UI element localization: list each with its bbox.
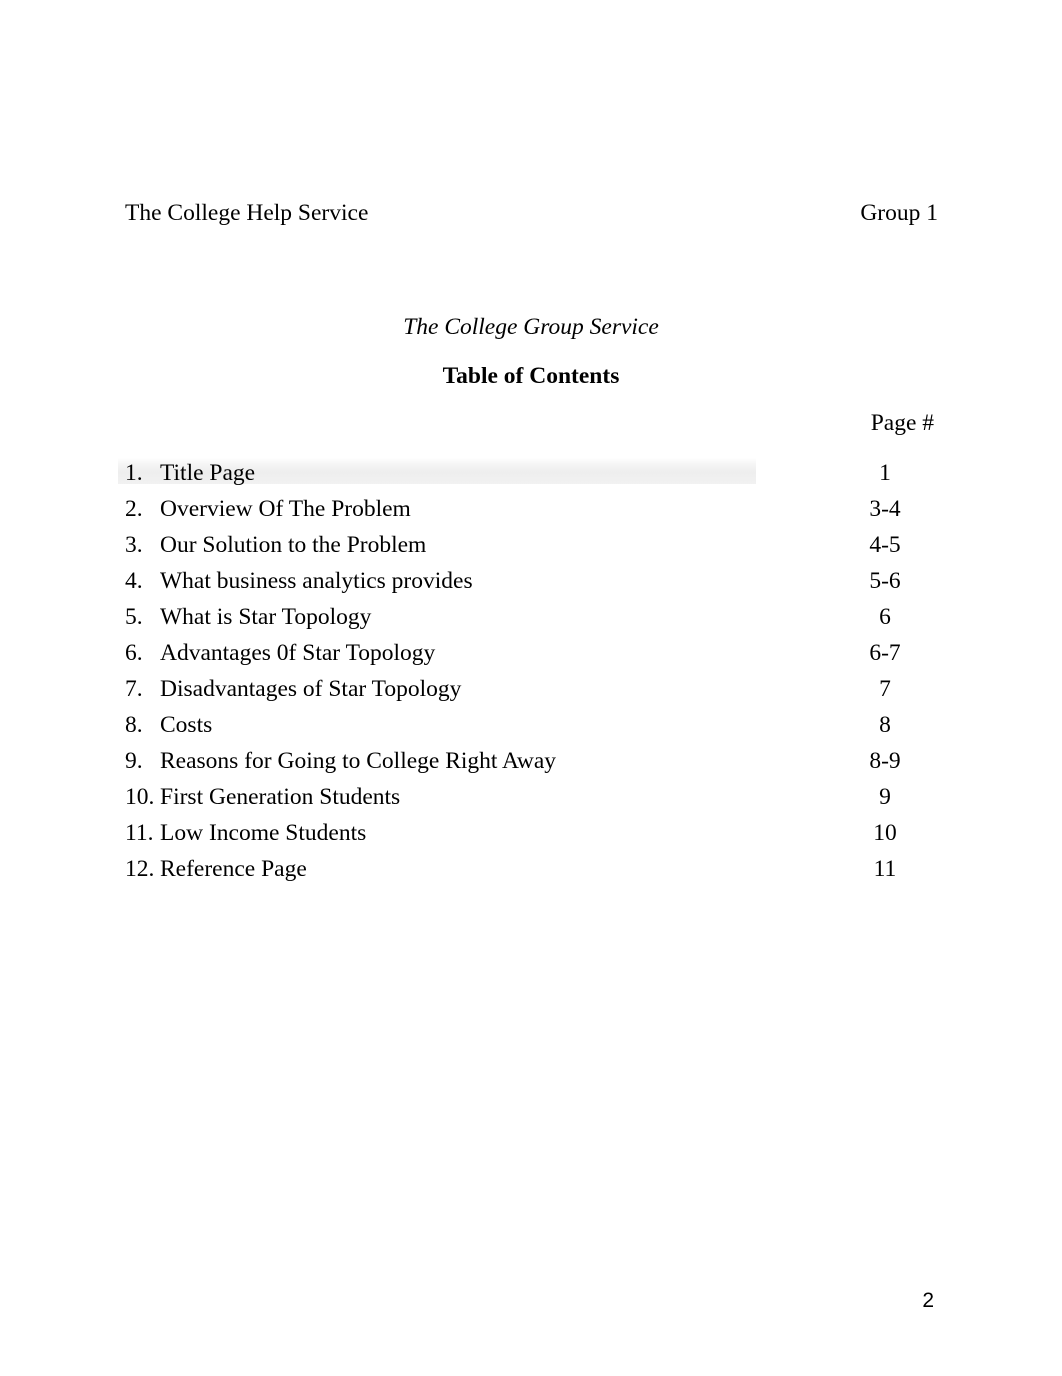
- toc-item-page-number: 8-9: [869, 748, 901, 774]
- toc-item-label: Low Income Students: [160, 820, 367, 846]
- toc-item-number: 6.: [125, 640, 143, 666]
- toc-item-page-number: 1: [879, 460, 891, 486]
- toc-item-label: Our Solution to the Problem: [160, 532, 427, 558]
- header-left-text: The College Help Service: [125, 200, 369, 226]
- toc-item-number: 11.: [125, 820, 154, 846]
- header-right-text: Group 1: [860, 200, 938, 226]
- toc-item-label: Reasons for Going to College Right Away: [160, 748, 557, 774]
- toc-item-page-number: 11: [873, 856, 897, 882]
- toc-item-label: What is Star Topology: [160, 604, 372, 630]
- toc-item-page-number: 6: [879, 604, 891, 630]
- toc-row[interactable]: 7. Disadvantages of Star Topology 7: [125, 671, 935, 707]
- toc-item-number: 12.: [125, 856, 155, 882]
- toc-row[interactable]: 12. Reference Page 11: [125, 851, 935, 887]
- toc-item-page-number: 4-5: [869, 532, 901, 558]
- toc-item-label: Costs: [160, 712, 213, 738]
- toc-item-number: 8.: [125, 712, 143, 738]
- toc-item-page-number: 7: [879, 676, 891, 702]
- running-header: The College Help Service Group 1: [125, 198, 938, 228]
- toc-item-page-number: 5-6: [869, 568, 901, 594]
- page-number-column-header: Page #: [870, 410, 934, 436]
- toc-item-number: 1.: [125, 460, 143, 486]
- toc-row[interactable]: 6. Advantages 0f Star Topology 6-7: [125, 635, 935, 671]
- toc-item-label: Advantages 0f Star Topology: [160, 640, 436, 666]
- toc-row[interactable]: 4. What business analytics provides 5-6: [125, 563, 935, 599]
- toc-item-number: 10.: [125, 784, 155, 810]
- toc-row[interactable]: 9. Reasons for Going to College Right Awa…: [125, 743, 935, 779]
- toc-item-label: Disadvantages of Star Topology: [160, 676, 462, 702]
- toc-item-number: 5.: [125, 604, 143, 630]
- toc-row[interactable]: 1. Title Page 1: [125, 455, 935, 491]
- toc-item-page-number: 10: [873, 820, 897, 846]
- toc-row[interactable]: 11. Low Income Students 10: [125, 815, 935, 851]
- toc-item-number: 7.: [125, 676, 143, 702]
- table-of-contents-list: 1. Title Page 1 2. Overview Of The Problem 3-…: [125, 455, 935, 887]
- toc-row[interactable]: 10. First Generation Students 9: [125, 779, 935, 815]
- toc-item-label: What business analytics provides: [160, 568, 473, 594]
- toc-row[interactable]: 2. Overview Of The Problem 3-4: [125, 491, 935, 527]
- document-title: The College Group Service: [403, 314, 659, 340]
- toc-item-number: 3.: [125, 532, 143, 558]
- toc-item-page-number: 6-7: [869, 640, 901, 666]
- toc-item-page-number: 9: [879, 784, 891, 810]
- toc-item-label: First Generation Students: [160, 784, 401, 810]
- toc-item-label: Reference Page: [160, 856, 307, 882]
- toc-item-number: 2.: [125, 496, 143, 522]
- footer-page-number: 2: [922, 1289, 934, 1312]
- toc-row[interactable]: 8. Costs 8: [125, 707, 935, 743]
- toc-item-number: 9.: [125, 748, 143, 774]
- toc-item-label: Overview Of The Problem: [160, 496, 411, 522]
- toc-item-label: Title Page: [160, 460, 256, 486]
- toc-item-number: 4.: [125, 568, 143, 594]
- document-page: The College Help Service Group 1 The Col…: [0, 0, 1062, 1376]
- toc-item-page-number: 8: [879, 712, 891, 738]
- toc-row[interactable]: 3. Our Solution to the Problem 4-5: [125, 527, 935, 563]
- toc-row[interactable]: 5. What is Star Topology 6: [125, 599, 935, 635]
- toc-item-page-number: 3-4: [869, 496, 901, 522]
- table-of-contents-heading: Table of Contents: [442, 363, 620, 389]
